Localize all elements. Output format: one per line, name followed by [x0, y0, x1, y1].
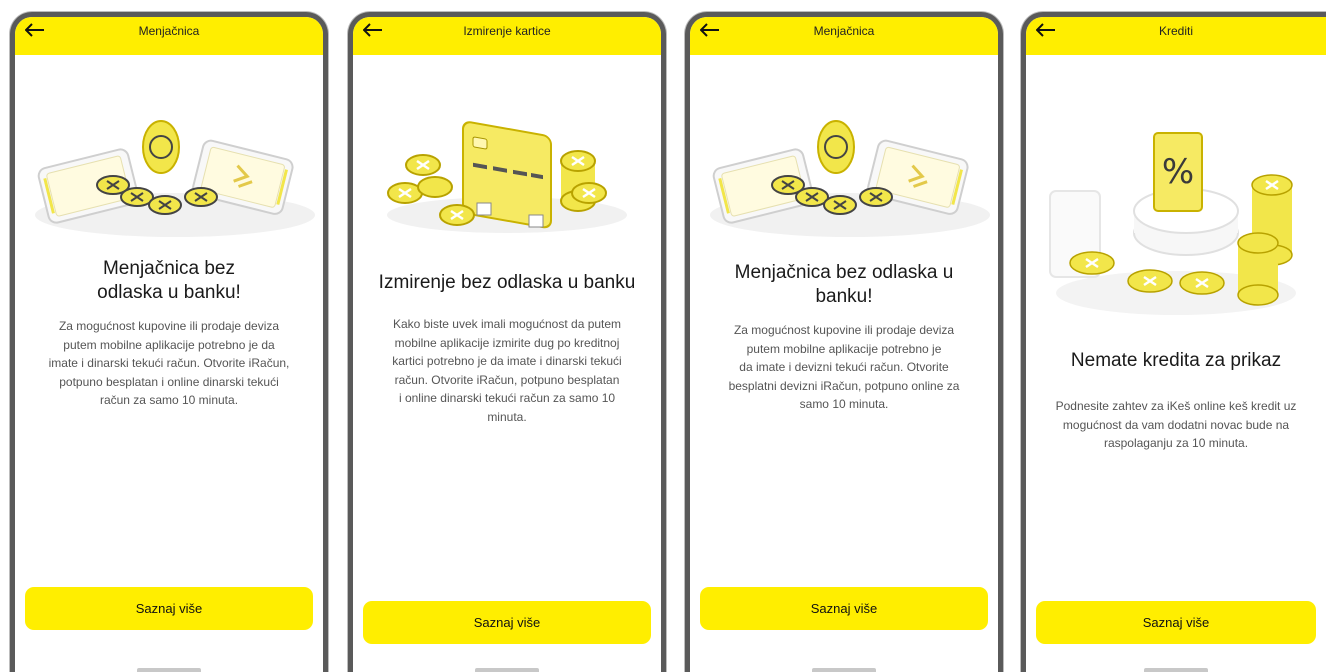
description-line: mobilne aplikacije izmirite dug po kredi… — [394, 335, 620, 350]
app-header: Menjačnica — [690, 17, 998, 55]
headline-line: Menjačnica bez — [102, 258, 236, 279]
description-line: putem mobilne aplikacije potrebno je da — [63, 337, 275, 352]
headline: Menjačnica bez odlaska u banku! — [690, 261, 998, 309]
arrow-left-icon — [25, 23, 44, 37]
headline: Nemate kredita za prikaz — [1026, 349, 1326, 373]
learn-more-button[interactable]: Saznaj više — [700, 587, 988, 630]
back-button[interactable] — [1034, 18, 1058, 42]
svg-text:%: % — [1162, 152, 1194, 192]
description-line: i online dinarski tekući račun za samo 1… — [398, 391, 616, 405]
app-header: Menjačnica — [15, 17, 323, 55]
headline-line: Menjačnica bez odlaska u — [734, 262, 954, 283]
headline-line: banku! — [815, 286, 873, 307]
headline-line: Nemate kredita za prikaz — [1070, 350, 1282, 371]
description-line: putem mobilne aplikacije potrebno je — [746, 341, 942, 356]
description-text: Podnesite zahtev za iKeš online keš kred… — [1032, 397, 1320, 453]
arrow-left-icon — [363, 23, 382, 37]
description-text: Kako biste uvek imali mogućnost da putem… — [365, 315, 649, 426]
description-line: potpuno besplatan i online dinarski teku… — [59, 374, 279, 389]
home-indicator — [1144, 668, 1208, 672]
home-indicator — [812, 668, 876, 672]
app-header: Krediti — [1026, 17, 1326, 55]
description-line: račun. Otvorite iRačun, potpuno besplata… — [394, 372, 620, 387]
headline-line: odlaska u banku! — [97, 282, 241, 303]
description-line: imate i dinarski tekući račun. Otvorite … — [48, 356, 290, 370]
back-button[interactable] — [698, 18, 722, 42]
credit-card-illustration — [387, 121, 627, 233]
description-line: mogućnost da vam dodatni novac bude na — [1062, 417, 1290, 432]
learn-more-button[interactable]: Saznaj više — [363, 601, 651, 644]
phone-screen-menjacnica-1: Menjačnica Menjačnica bez odlaska u bank… — [10, 12, 328, 672]
description-line: samo 10 minuta. — [799, 397, 889, 411]
currency-exchange-illustration — [710, 120, 990, 237]
currency-exchange-illustration — [35, 120, 315, 237]
phone-screen-menjacnica-2: Menjačnica Menjačnica bez odlaska u bank… — [685, 12, 1003, 672]
back-button[interactable] — [361, 18, 385, 42]
description-line: kartici potrebno je da imate i dinarski … — [392, 354, 622, 368]
page-title: Krediti — [1158, 24, 1193, 38]
description-text: Za mogućnost kupovine ili prodaje deviza… — [700, 321, 988, 414]
headline: Izmirenje bez odlaska u banku — [353, 271, 661, 295]
description-line: račun za samo 10 minuta. — [99, 393, 239, 407]
description-line: Kako biste uvek imali mogućnost da putem — [392, 317, 622, 331]
phone-screen-krediti: Krediti % Nemate kredita za prikaz Podne… — [1021, 12, 1326, 672]
description-line: da imate i devizni tekući račun. Otvorit… — [739, 360, 949, 374]
home-indicator — [475, 668, 539, 672]
page-title: Izmirenje kartice — [463, 24, 551, 38]
description-line: minuta. — [487, 409, 527, 424]
description-line: Za mogućnost kupovine ili prodaje deviza — [733, 323, 955, 337]
percent-loan-illustration: % — [1049, 132, 1296, 315]
learn-more-button[interactable]: Saznaj više — [25, 587, 313, 630]
description-line: Za mogućnost kupovine ili prodaje deviza — [58, 319, 280, 333]
page-title: Menjačnica — [813, 24, 875, 38]
description-line: raspolaganju za 10 minuta. — [1103, 436, 1249, 450]
learn-more-button[interactable]: Saznaj više — [1036, 601, 1316, 644]
home-indicator — [137, 668, 201, 672]
app-header: Izmirenje kartice — [353, 17, 661, 55]
page-title: Menjačnica — [138, 24, 200, 38]
arrow-left-icon — [1036, 23, 1055, 37]
phone-screen-izmirenje-kartice: Izmirenje kartice Izmirenje bez odlaska … — [348, 12, 666, 672]
headline-line: Izmirenje bez odlaska u banku — [378, 272, 636, 293]
arrow-left-icon — [700, 23, 719, 37]
back-button[interactable] — [23, 18, 47, 42]
description-text: Za mogućnost kupovine ili prodaje deviza… — [27, 317, 311, 410]
description-line: Podnesite zahtev za iKeš online keš kred… — [1055, 399, 1297, 413]
headline: Menjačnica bez odlaska u banku! — [15, 257, 323, 305]
description-line: besplatni devizni iRačun, potpuno online… — [728, 378, 960, 393]
